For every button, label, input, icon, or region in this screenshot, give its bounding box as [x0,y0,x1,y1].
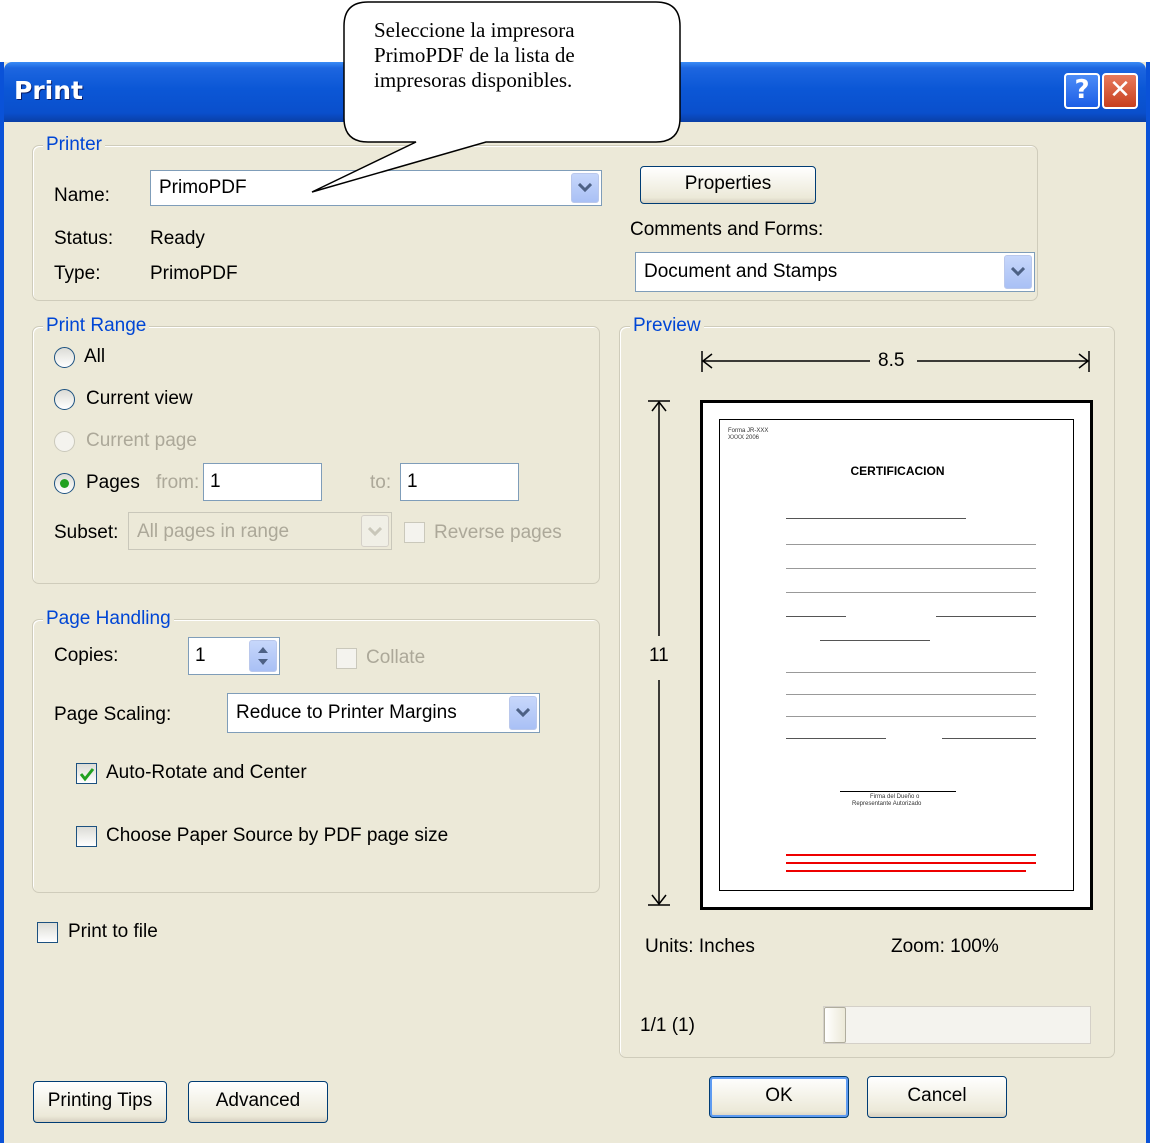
paper-source-checkbox[interactable] [76,826,97,847]
print-range-group-label: Print Range [43,315,150,337]
chevron-down-icon[interactable] [509,696,537,730]
zoom-label: Zoom: 100% [891,936,999,957]
doc-header-line-1: Forma JR-XXX [728,428,769,434]
ok-button[interactable]: OK [709,1076,849,1118]
copies-value: 1 [195,645,206,666]
preview-width-value: 8.5 [878,350,905,371]
page-handling-group-label: Page Handling [43,608,174,630]
radio-all-label: All [84,346,106,367]
paper-source-label: Choose Paper Source by PDF page size [106,825,449,846]
ok-label: OK [765,1085,793,1106]
reverse-pages-checkbox [404,522,425,543]
radio-current-page [54,431,75,452]
comments-forms-label: Comments and Forms: [630,219,824,240]
pages-to-value: 1 [407,471,418,492]
help-icon[interactable]: ? [1064,73,1100,109]
radio-current-page-label: Current page [86,430,197,451]
pages-from-value: 1 [210,471,221,492]
callout-text: Seleccione la impresora PrimoPDF de la l… [374,18,674,93]
properties-button-label: Properties [684,173,772,194]
printing-tips-label: Printing Tips [47,1090,153,1111]
type-label: Type: [54,263,101,284]
window-title: Print [14,76,83,105]
comments-forms-select[interactable]: Document and Stamps [635,252,1035,292]
page-scaling-select[interactable]: Reduce to Printer Margins [227,693,540,733]
printer-name-value: PrimoPDF [159,177,247,198]
reverse-pages-label: Reverse pages [434,522,562,543]
callout-line-3: impresoras disponibles. [374,68,573,92]
callout-line-1: Seleccione la impresora [374,18,575,42]
callout-line-2: PrimoPDF de la lista de [374,43,575,67]
pages-to-label: to: [370,472,392,493]
doc-title: CERTIFICACION [850,464,945,478]
collate-label: Collate [366,647,426,668]
page-slider-thumb[interactable] [824,1007,846,1043]
radio-all[interactable] [54,347,75,368]
printer-group-label: Printer [43,134,105,156]
page-scaling-value: Reduce to Printer Margins [236,702,457,723]
print-to-file-checkbox[interactable] [37,922,58,943]
radio-pages-label: Pages [86,472,140,493]
units-label: Units: Inches [645,936,755,957]
radio-current-view[interactable] [54,389,75,410]
cancel-label: Cancel [907,1085,967,1106]
status-label: Status: [54,228,114,249]
subset-select: All pages in range [128,512,392,550]
advanced-button[interactable]: Advanced [188,1081,328,1123]
doc-signature-line-1: Firma del Dueño o [870,794,920,800]
preview-group-label: Preview [630,315,704,337]
close-icon[interactable]: ✕ [1102,73,1138,109]
doc-signature-line [840,791,956,792]
printer-name-select[interactable]: PrimoPDF [150,170,602,206]
print-to-file-label: Print to file [68,921,158,942]
auto-rotate-checkbox[interactable] [76,763,97,784]
radio-current-view-label: Current view [86,388,193,409]
auto-rotate-label: Auto-Rotate and Center [106,762,307,783]
name-label: Name: [54,185,110,206]
status-value: Ready [150,228,205,249]
copies-label: Copies: [54,645,119,666]
pages-from-input[interactable]: 1 [203,463,322,501]
stepper-arrows-icon[interactable] [249,640,277,672]
subset-label: Subset: [54,522,119,543]
page-preview: Forma JR-XXX XXXX 2006 CERTIFICACION Fir… [700,400,1093,910]
pages-from-label: from: [156,472,200,493]
comments-forms-value: Document and Stamps [644,261,838,282]
doc-signature-line-2: Representante Autorizado [852,801,922,807]
chevron-down-icon[interactable] [571,173,599,203]
page-scaling-label: Page Scaling: [54,704,172,725]
doc-header-line-2: XXXX 2006 [728,435,760,441]
printing-tips-button[interactable]: Printing Tips [33,1081,167,1123]
radio-selected-dot [60,479,69,488]
radio-pages[interactable] [54,473,75,494]
advanced-label: Advanced [215,1090,301,1111]
chevron-down-icon [361,515,389,547]
chevron-down-icon[interactable] [1004,255,1032,289]
page-content-area: Forma JR-XXX XXXX 2006 CERTIFICACION Fir… [719,419,1074,891]
properties-button[interactable]: Properties [640,166,816,204]
preview-height-value: 11 [649,645,669,666]
collate-checkbox [336,648,357,669]
subset-value: All pages in range [137,521,290,542]
type-value: PrimoPDF [150,263,238,284]
page-slider-track[interactable] [823,1006,1091,1044]
checkmark-icon [79,768,95,782]
pages-to-input[interactable]: 1 [400,463,519,501]
copies-stepper[interactable]: 1 [188,637,280,675]
cancel-button[interactable]: Cancel [867,1076,1007,1118]
page-counter: 1/1 (1) [640,1015,695,1036]
